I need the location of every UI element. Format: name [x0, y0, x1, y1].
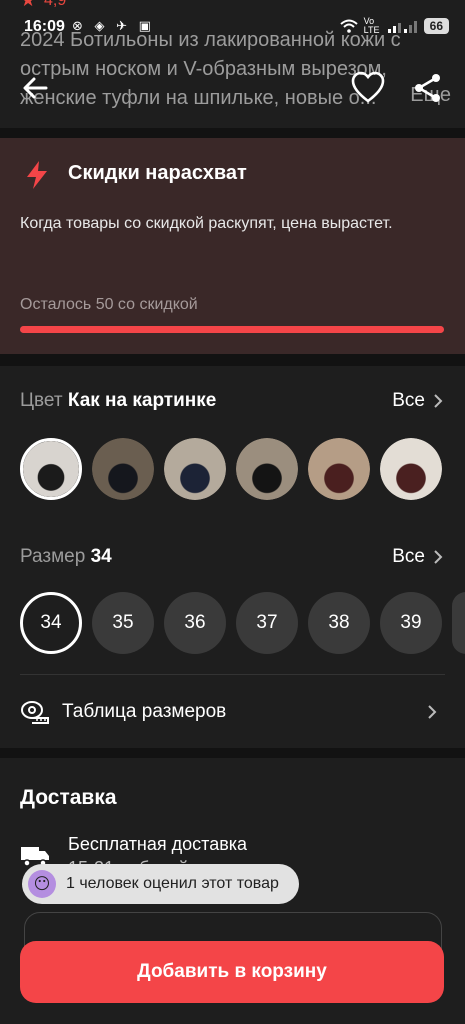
- color-swatch[interactable]: [236, 438, 298, 500]
- swatch-image: [236, 438, 298, 500]
- arrow-left-icon[interactable]: [20, 72, 52, 104]
- notification-icons: ⊗ ◈ ✈ ▣: [72, 18, 155, 33]
- swatch-image: [164, 438, 226, 500]
- discount-remaining: Осталось 50 со скидкой: [20, 296, 198, 313]
- variant-selector: Цвет Как на картинке Все Размер 34 Все 3…: [0, 366, 465, 748]
- size-value: 34: [90, 546, 112, 567]
- size-option[interactable]: 39: [380, 592, 442, 654]
- color-swatch[interactable]: [164, 438, 226, 500]
- lightning-icon: [27, 161, 47, 189]
- color-swatch[interactable]: [92, 438, 154, 500]
- chevron-right-icon: [434, 394, 443, 408]
- size-option[interactable]: 38: [308, 592, 370, 654]
- size-option[interactable]: 35: [92, 592, 154, 654]
- signal-icon: [387, 21, 417, 33]
- color-swatch[interactable]: [308, 438, 370, 500]
- size-table-label: Таблица размеров: [62, 701, 227, 722]
- divider: [20, 674, 445, 675]
- product-header: ★ 4,9 2024 Ботильоны из лакированной кож…: [0, 0, 465, 128]
- size-option[interactable]: 34: [20, 592, 82, 654]
- size-label-row: Размер 34: [20, 546, 112, 568]
- chevron-right-icon[interactable]: [427, 704, 437, 720]
- size-table-link[interactable]: Таблица размеров: [20, 700, 226, 724]
- size-option[interactable]: 36: [164, 592, 226, 654]
- discount-progress-bar: [20, 326, 444, 333]
- heart-icon[interactable]: [350, 70, 386, 106]
- color-all-button[interactable]: Все: [392, 390, 443, 412]
- size-options: 34 35 36 37 38 39: [20, 592, 465, 654]
- add-to-cart-button[interactable]: Добавить в корзину: [20, 941, 444, 1003]
- size-option[interactable]: 37: [236, 592, 298, 654]
- swatch-image: [380, 438, 442, 500]
- status-bar: 16:09 ⊗ ◈ ✈ ▣ Vo LTE 66: [0, 0, 465, 40]
- status-time: 16:09: [24, 18, 65, 35]
- swatch-image: [308, 438, 370, 500]
- delivery-title: Доставка: [20, 786, 117, 809]
- color-value: Как на картинке: [67, 390, 217, 411]
- swatch-image: [92, 438, 154, 500]
- color-swatches: [20, 438, 442, 500]
- discount-title: Скидки нарасхват: [68, 162, 247, 184]
- size-all-label: Все: [392, 546, 425, 567]
- wifi-icon: [339, 19, 358, 33]
- toast-text: 1 человек оценил этот товар: [66, 875, 279, 892]
- color-swatch[interactable]: [20, 438, 82, 500]
- color-all-label: Все: [392, 390, 425, 411]
- battery-indicator: 66: [423, 18, 449, 34]
- swatch-image: [23, 441, 79, 497]
- emoji-icon: 😶: [28, 870, 56, 898]
- rating-toast: 😶 1 человек оценил этот товар: [22, 864, 299, 904]
- discount-card: Скидки нарасхват Когда товары со скидкой…: [0, 138, 465, 354]
- discount-progress-fill: [20, 326, 444, 333]
- size-label: Размер: [20, 546, 86, 567]
- discount-description: Когда товары со скидкой раскупят, цена в…: [20, 215, 393, 232]
- color-label-row: Цвет Как на картинке: [20, 390, 216, 412]
- delivery-free: Бесплатная доставка: [68, 834, 248, 854]
- size-all-button[interactable]: Все: [392, 546, 443, 568]
- color-swatch[interactable]: [380, 438, 442, 500]
- size-option-partial[interactable]: [452, 592, 465, 654]
- status-right: Vo LTE 66: [339, 16, 449, 35]
- measuring-tape-icon: [21, 701, 49, 724]
- color-label: Цвет: [20, 390, 63, 411]
- network-label: Vo LTE: [363, 16, 380, 35]
- chevron-right-icon: [434, 550, 443, 564]
- share-icon[interactable]: [412, 72, 444, 104]
